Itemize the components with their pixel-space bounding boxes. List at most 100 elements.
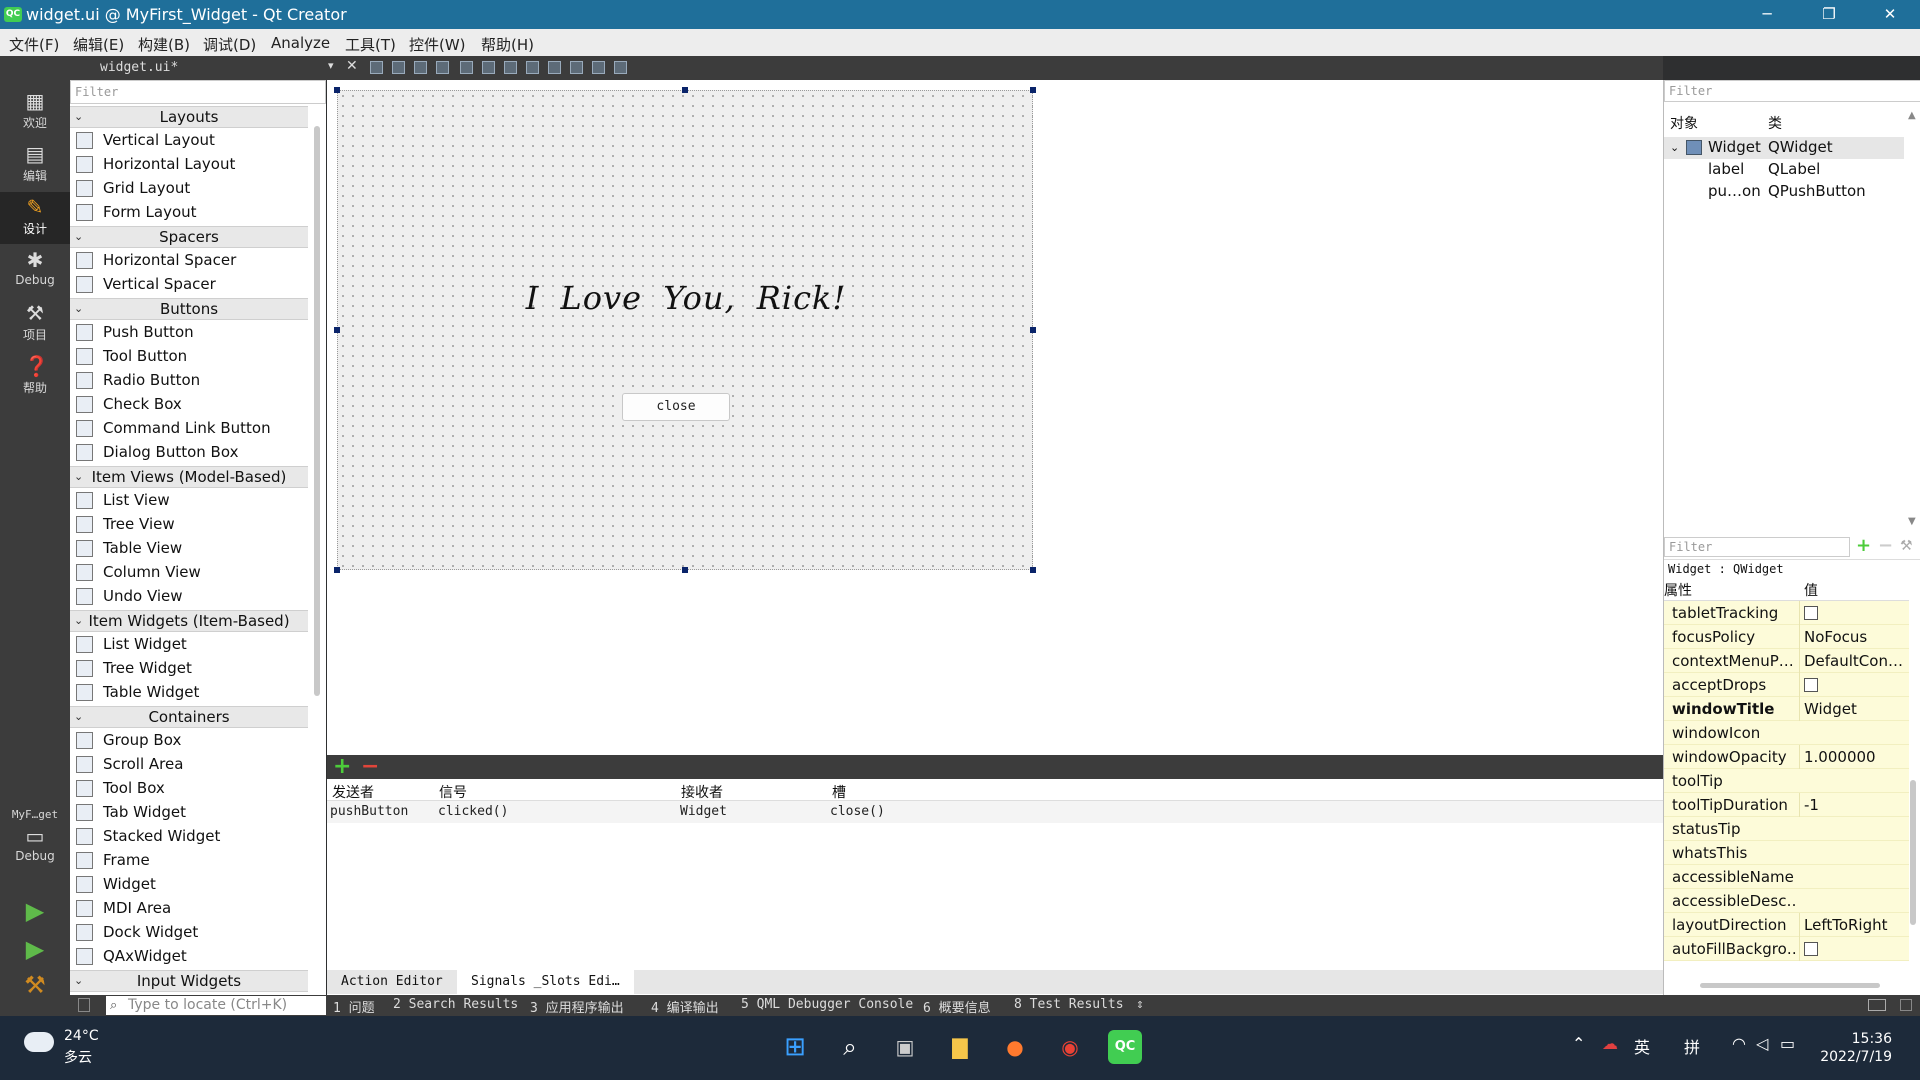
property-vertical-scrollbar[interactable] bbox=[1910, 780, 1916, 925]
add-connection-icon[interactable]: + bbox=[333, 756, 351, 778]
windows-start-icon[interactable]: ⊞ bbox=[778, 1030, 812, 1064]
property-value[interactable]: DefaultCon… bbox=[1799, 649, 1907, 673]
property-value[interactable]: 1.000000 bbox=[1799, 745, 1907, 769]
connection-slot[interactable]: close() bbox=[830, 804, 885, 819]
property-row[interactable]: windowTitle Widget bbox=[1664, 697, 1909, 721]
form-widget[interactable]: I Love You, Rick! close bbox=[337, 90, 1033, 570]
header-signal[interactable]: 信号 bbox=[439, 782, 467, 802]
widget-item[interactable]: Check Box bbox=[70, 392, 308, 416]
property-value[interactable]: Widget bbox=[1799, 697, 1907, 721]
widget-item[interactable]: Dock Widget bbox=[70, 920, 308, 944]
tab-signals-slots-editor[interactable]: Signals _Slots Edi… bbox=[457, 970, 634, 994]
widget-item[interactable]: Tool Box bbox=[70, 776, 308, 800]
widget-item[interactable]: Dialog Button Box bbox=[70, 440, 308, 464]
run-icon[interactable]: ▶ bbox=[20, 896, 50, 926]
widget-category-header[interactable]: ⌄ Containers bbox=[70, 706, 308, 728]
resize-handle[interactable] bbox=[334, 87, 340, 93]
pane-search-results[interactable]: 2 Search Results bbox=[393, 997, 518, 1012]
widget-item[interactable]: MDI Area bbox=[70, 896, 308, 920]
mode-design[interactable]: ✎ 设计 bbox=[0, 192, 70, 244]
widget-category-header[interactable]: ⌄ Item Views (Model-Based) bbox=[70, 466, 308, 488]
widget-item[interactable]: Tool Button bbox=[70, 344, 308, 368]
widget-item[interactable]: List View bbox=[70, 488, 308, 512]
resize-handle[interactable] bbox=[1030, 87, 1036, 93]
locator-input[interactable]: ⌕ Type to locate (Ctrl+K) bbox=[106, 996, 326, 1015]
form-label[interactable]: I Love You, Rick! bbox=[338, 279, 1034, 317]
widget-category-header[interactable]: ⌄ Layouts bbox=[70, 106, 308, 128]
form-close-button[interactable]: close bbox=[622, 393, 730, 421]
property-row[interactable]: contextMenuP… DefaultCon… bbox=[1664, 649, 1909, 673]
mode-welcome[interactable]: ▦ 欢迎 bbox=[0, 86, 70, 138]
resize-handle[interactable] bbox=[682, 87, 688, 93]
header-slot[interactable]: 槽 bbox=[832, 782, 846, 802]
collapse-arrow-icon[interactable]: ⌄ bbox=[74, 611, 83, 631]
chrome-icon[interactable]: ◉ bbox=[1053, 1030, 1087, 1064]
menu-build[interactable]: 构建(B) bbox=[138, 34, 190, 55]
file-explorer-icon[interactable]: ▇ bbox=[943, 1030, 977, 1064]
collapse-arrow-icon[interactable]: ⌄ bbox=[74, 107, 83, 127]
widget-item[interactable]: Vertical Spacer bbox=[70, 272, 308, 296]
widget-item[interactable]: Stacked Widget bbox=[70, 824, 308, 848]
menu-analyze[interactable]: Analyze bbox=[271, 34, 330, 52]
layout-vertical-icon[interactable] bbox=[482, 61, 495, 74]
kit-selector[interactable]: MyF…get ▭ Debug bbox=[0, 806, 70, 886]
edit-buddies-icon[interactable] bbox=[414, 61, 427, 74]
property-checkbox[interactable] bbox=[1804, 677, 1818, 692]
mode-projects[interactable]: ⚒ 项目 bbox=[0, 298, 70, 350]
property-horizontal-scrollbar[interactable] bbox=[1700, 983, 1880, 988]
collapse-arrow-icon[interactable]: ⌄ bbox=[74, 971, 83, 991]
widget-item[interactable]: Tab Widget bbox=[70, 800, 308, 824]
pane-general-messages[interactable]: 6 概要信息 bbox=[923, 997, 991, 1016]
property-checkbox[interactable] bbox=[1804, 941, 1818, 956]
property-row[interactable]: windowOpacity 1.000000 bbox=[1664, 745, 1909, 769]
widget-item[interactable]: Column View bbox=[70, 560, 308, 584]
collapse-arrow-icon[interactable]: ⌄ bbox=[1670, 141, 1679, 154]
pane-application-output[interactable]: 3 应用程序输出 bbox=[530, 997, 624, 1016]
add-dynamic-property-icon[interactable]: + bbox=[1856, 536, 1871, 556]
collapse-arrow-icon[interactable]: ⌄ bbox=[74, 299, 83, 319]
property-row[interactable]: windowIcon bbox=[1664, 721, 1909, 745]
object-row-label[interactable]: label QLabel bbox=[1664, 159, 1904, 181]
system-clock[interactable]: 15:36 2022/7/19 bbox=[1812, 1030, 1892, 1066]
mode-edit[interactable]: ▤ 编辑 bbox=[0, 139, 70, 191]
header-value[interactable]: 值 bbox=[1804, 580, 1818, 600]
menu-widgets[interactable]: 控件(W) bbox=[409, 34, 466, 55]
close-document-icon[interactable]: ✕ bbox=[346, 58, 358, 74]
connection-row[interactable]: pushButton clicked() Widget close() bbox=[327, 801, 1663, 823]
collapse-arrow-icon[interactable]: ⌄ bbox=[74, 467, 83, 487]
edit-signals-slots-icon[interactable] bbox=[392, 61, 405, 74]
menu-tools[interactable]: 工具(T) bbox=[345, 34, 396, 55]
property-row[interactable]: whatsThis bbox=[1664, 841, 1909, 865]
widget-item[interactable]: Table View bbox=[70, 536, 308, 560]
menu-edit[interactable]: 编辑(E) bbox=[73, 34, 124, 55]
layout-grid-icon[interactable] bbox=[570, 61, 583, 74]
resize-handle[interactable] bbox=[682, 567, 688, 573]
resize-handle[interactable] bbox=[1030, 567, 1036, 573]
collapse-arrow-icon[interactable]: ⌄ bbox=[74, 707, 83, 727]
property-checkbox[interactable] bbox=[1804, 605, 1818, 620]
firefox-icon[interactable]: ● bbox=[998, 1030, 1032, 1064]
mode-help[interactable]: ❓ 帮助 bbox=[0, 351, 70, 403]
scroll-down-icon[interactable]: ▼ bbox=[1908, 516, 1916, 527]
property-row[interactable]: toolTipDuration -1 bbox=[1664, 793, 1909, 817]
layout-form-icon[interactable] bbox=[548, 61, 561, 74]
widget-item[interactable]: Scroll Area bbox=[70, 752, 308, 776]
mode-debug[interactable]: ✱ Debug bbox=[0, 245, 70, 297]
adjust-size-icon[interactable] bbox=[614, 61, 627, 74]
qt-creator-taskbar-icon[interactable]: QC bbox=[1108, 1030, 1142, 1064]
property-value[interactable] bbox=[1799, 673, 1907, 697]
build-hammer-icon[interactable]: ⚒ bbox=[20, 970, 50, 1000]
collapse-arrow-icon[interactable]: ⌄ bbox=[74, 227, 83, 247]
pane-switch-arrows-icon[interactable]: ⇕ bbox=[1136, 997, 1144, 1012]
resize-handle[interactable] bbox=[334, 327, 340, 333]
edit-tab-order-icon[interactable] bbox=[436, 61, 449, 74]
layout-horizontal-icon[interactable] bbox=[460, 61, 473, 74]
ime-mode[interactable]: 拼 bbox=[1684, 1034, 1700, 1058]
widget-item[interactable]: List Widget bbox=[70, 632, 308, 656]
close-window-icon[interactable]: ✕ bbox=[1862, 0, 1918, 29]
resize-handle[interactable] bbox=[1030, 327, 1036, 333]
remove-connection-icon[interactable]: − bbox=[361, 756, 379, 778]
widget-category-header[interactable]: ⌄ Spacers bbox=[70, 226, 308, 248]
search-icon[interactable]: ⌕ bbox=[833, 1030, 867, 1064]
property-row[interactable]: statusTip bbox=[1664, 817, 1909, 841]
